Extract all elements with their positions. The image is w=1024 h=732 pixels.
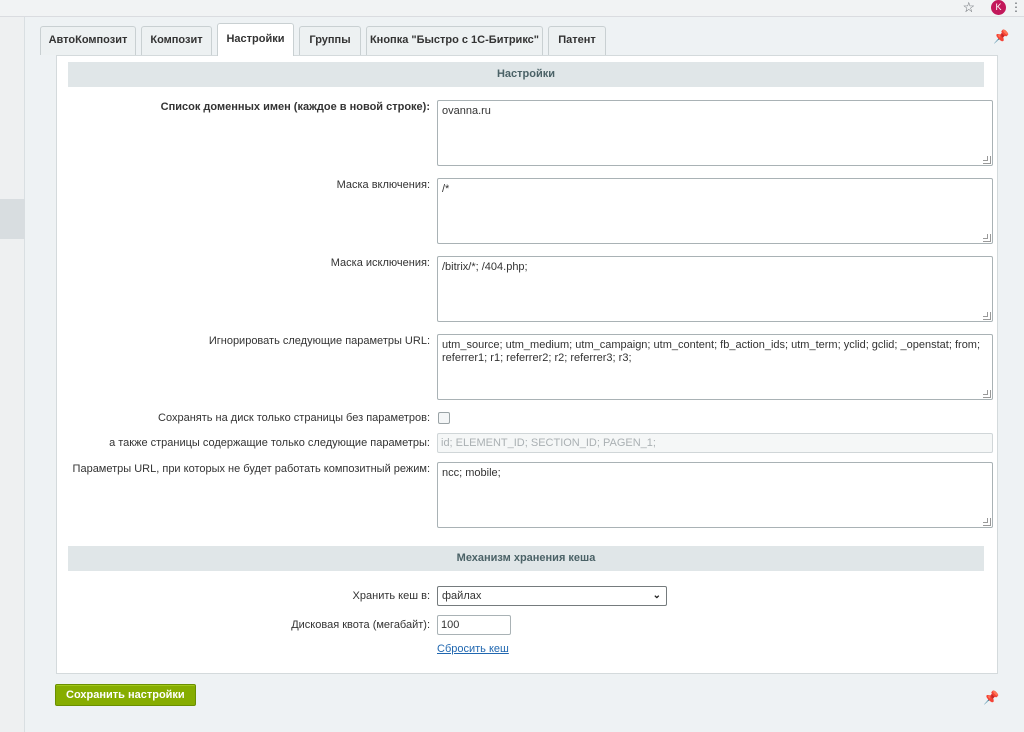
include-mask-value: /* xyxy=(442,183,450,195)
tab-groups[interactable]: Группы xyxy=(299,26,361,55)
section-header-cache: Механизм хранения кеша xyxy=(68,546,984,571)
tab-patent[interactable]: Патент xyxy=(548,26,606,55)
left-sidebar xyxy=(0,17,25,732)
no-composite-textarea[interactable]: ncc; mobile; xyxy=(437,462,993,528)
ignore-params-label: Игнорировать следующие параметры URL: xyxy=(208,335,430,347)
pin-icon[interactable]: 📌 xyxy=(983,690,999,706)
store-cache-label: Хранить кеш в: xyxy=(352,590,430,602)
pin-icon[interactable]: 📌 xyxy=(993,29,1009,45)
reset-cache-link[interactable]: Сбросить кеш xyxy=(437,643,509,655)
chevron-down-icon: ⌄ xyxy=(652,590,661,601)
disk-quota-label: Дисковая квота (мегабайт): xyxy=(291,619,430,631)
tab-settings[interactable]: Настройки xyxy=(217,23,294,56)
include-mask-textarea[interactable]: /* xyxy=(437,178,993,244)
domains-label: Список доменных имен (каждое в новой стр… xyxy=(160,101,430,113)
store-cache-select[interactable]: файлах ⌄ xyxy=(437,586,667,606)
resize-grip-icon[interactable] xyxy=(983,156,991,164)
domains-value: ovanna.ru xyxy=(442,105,491,117)
exclude-mask-textarea[interactable]: /bitrix/*; /404.php; xyxy=(437,256,993,322)
also-pages-input[interactable]: id; ELEMENT_ID; SECTION_ID; PAGEN_1; xyxy=(437,433,993,453)
no-composite-label: Параметры URL, при которых не будет рабо… xyxy=(72,463,430,475)
section-header-settings: Настройки xyxy=(68,62,984,87)
also-pages-label: а также страницы содержащие только следу… xyxy=(109,437,430,449)
star-icon[interactable]: ☆ xyxy=(962,0,975,14)
store-cache-value: файлах xyxy=(442,590,482,602)
main-area: АвтоКомпозит Композит Настройки Группы К… xyxy=(25,17,1024,732)
tab-composite[interactable]: Композит xyxy=(141,26,212,55)
resize-grip-icon[interactable] xyxy=(983,518,991,526)
save-no-params-checkbox[interactable] xyxy=(438,412,450,424)
ignore-params-value: utm_source; utm_medium; utm_campaign; ut… xyxy=(442,339,981,364)
save-settings-button[interactable]: Сохранить настройки xyxy=(55,684,196,706)
resize-grip-icon[interactable] xyxy=(983,234,991,242)
domains-textarea[interactable]: ovanna.ru xyxy=(437,100,993,166)
exclude-mask-label: Маска исключения: xyxy=(330,257,430,269)
include-mask-label: Маска включения: xyxy=(336,179,430,191)
exclude-mask-value: /bitrix/*; /404.php; xyxy=(442,261,528,273)
browser-toolbar: ☆ K ⋮ xyxy=(0,0,1024,17)
sidebar-highlight xyxy=(0,199,25,239)
no-composite-value: ncc; mobile; xyxy=(442,467,501,479)
resize-grip-icon[interactable] xyxy=(983,312,991,320)
resize-grip-icon[interactable] xyxy=(983,390,991,398)
more-vertical-icon[interactable]: ⋮ xyxy=(1010,1,1022,13)
settings-panel: Настройки Список доменных имен (каждое в… xyxy=(56,55,998,674)
tab-autocomposite[interactable]: АвтоКомпозит xyxy=(40,26,136,55)
save-no-params-label: Сохранять на диск только страницы без па… xyxy=(158,412,430,424)
tab-bitrix-button[interactable]: Кнопка "Быстро с 1С-Битрикс" xyxy=(366,26,543,55)
ignore-params-textarea[interactable]: utm_source; utm_medium; utm_campaign; ut… xyxy=(437,334,993,400)
disk-quota-input[interactable]: 100 xyxy=(437,615,511,635)
avatar[interactable]: K xyxy=(991,0,1006,15)
